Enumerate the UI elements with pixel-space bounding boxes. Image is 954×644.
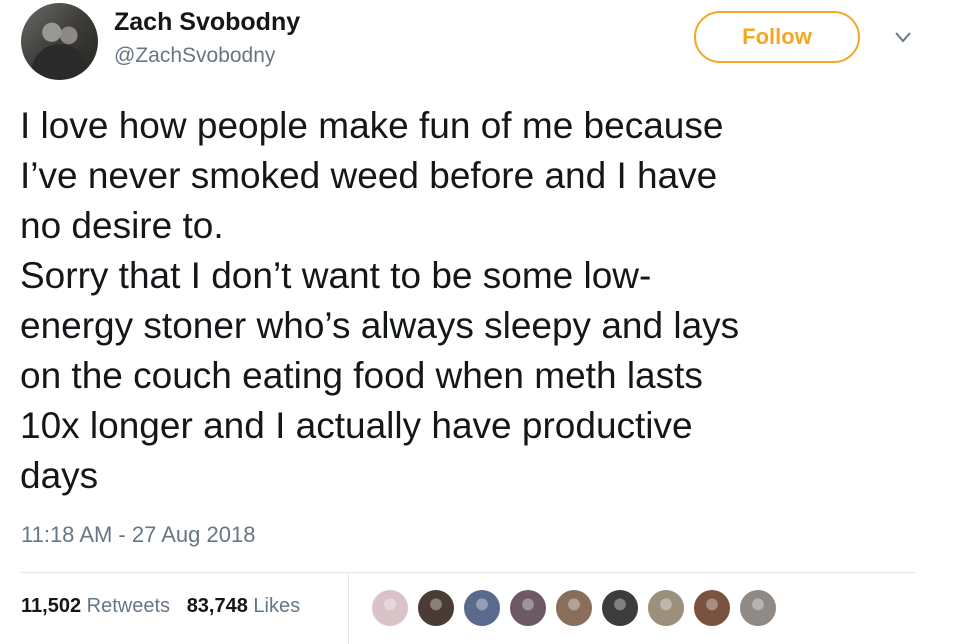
liker-avatar[interactable] (416, 588, 456, 628)
likes-label: Likes (253, 595, 301, 617)
liker-avatar[interactable] (554, 588, 594, 628)
stats-separator (348, 573, 349, 644)
user-display-name[interactable]: Zach Svobodny (114, 8, 300, 37)
liker-avatar[interactable] (508, 588, 548, 628)
follow-button[interactable]: Follow (694, 11, 860, 63)
divider (21, 572, 916, 573)
liker-avatar[interactable] (600, 588, 640, 628)
chevron-down-icon[interactable] (891, 27, 915, 47)
tweet-timestamp[interactable]: 11:18 AM - 27 Aug 2018 (21, 522, 255, 548)
likes-count: 83,748 (186, 595, 248, 617)
likes-link[interactable]: 83,748 Likes (187, 595, 300, 617)
tweet-stats: 11,502 Retweets 83,748 Likes (21, 595, 300, 618)
liker-avatar[interactable] (738, 588, 778, 628)
liker-avatar[interactable] (646, 588, 686, 628)
retweets-label: Retweets (86, 595, 171, 617)
retweets-link[interactable]: 11,502 Retweets (21, 595, 170, 617)
user-handle[interactable]: @ZachSvobodny (114, 44, 275, 68)
liker-avatar[interactable] (462, 588, 502, 628)
liker-avatar[interactable] (692, 588, 732, 628)
user-avatar[interactable] (21, 3, 98, 80)
liker-avatar[interactable] (370, 588, 410, 628)
tweet-text: I love how people make fun of me because… (20, 105, 740, 496)
retweets-count: 11,502 (21, 595, 82, 617)
